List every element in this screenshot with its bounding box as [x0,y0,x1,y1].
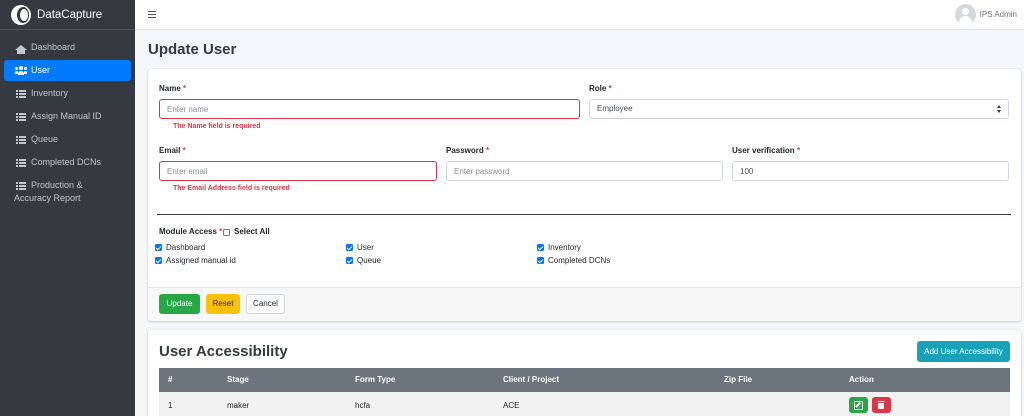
list-icon [14,82,28,105]
users-icon [14,60,28,81]
column-header: Form Type [355,375,396,384]
name-error: The Name field is required [173,123,261,130]
password-label: Password * [446,146,490,155]
module-checkbox-user[interactable] [346,244,353,251]
form-footer: Update Reset Cancel [148,287,1021,321]
module-label: Dashboard [166,243,206,252]
column-header: Client / Project [503,375,560,384]
module-checkbox-inventory[interactable] [537,244,544,251]
column-header: Zip File [724,375,752,384]
list-icon [14,105,28,128]
column-header: Stage [227,375,249,384]
sidebar-item-dashboard[interactable]: Dashboard [4,36,131,59]
reset-button[interactable]: Reset [206,294,240,314]
sidebar-item-user[interactable]: User [4,60,131,81]
column-header: Action [849,375,874,384]
delete-icon[interactable] [872,397,891,413]
topbar: IPS Admin [135,0,1024,30]
avatar [954,4,976,25]
user-name: IPS Admin [979,10,1017,19]
sidebar-item-queue[interactable]: Queue [4,128,131,151]
add-user-accessibility-button[interactable]: Add User Accessibility [917,341,1010,362]
verification-input[interactable] [732,161,1009,181]
email-label: Email * [159,146,186,155]
sidebar-item-label: Inventory [31,88,69,98]
select-all-checkbox[interactable] [223,229,230,236]
module-access-label: Module Access * [159,227,223,236]
sidebar-item-label: Dashboard [31,42,76,52]
section-title: User Accessibility [159,343,288,360]
user-accessibility-card: User Accessibility Add User Accessibilit… [148,330,1021,416]
name-input[interactable] [159,99,580,119]
role-select[interactable]: Employee [589,99,1009,119]
module-label: User [357,243,374,252]
list-icon [14,179,28,192]
role-label: Role * [589,84,612,93]
cell-stage: maker [227,401,250,410]
cancel-button[interactable]: Cancel [246,294,285,314]
select-arrows-icon [997,105,1002,114]
brand[interactable]: DataCapture [0,0,135,30]
sidebar: DataCapture Dashboard User Inventory Ass… [0,0,135,416]
update-user-form: Name * The Name field is required Role *… [148,69,1021,321]
name-label: Name * [159,84,187,93]
module-checkbox-queue[interactable] [346,257,353,264]
hamburger-menu-icon[interactable] [148,11,156,18]
list-icon [14,128,28,151]
sidebar-nav: Dashboard User Inventory Assign Manual I [0,30,135,214]
table-row: 1 maker hcfa ACE [159,392,1010,416]
cell-client-project: ACE [503,401,520,410]
divider [157,214,1011,215]
module-label: Assigned manual id [166,256,236,265]
sidebar-item-label: User [31,65,51,75]
email-input[interactable] [159,161,437,181]
module-label: Queue [357,256,382,265]
edit-icon[interactable] [849,397,868,413]
list-icon [14,151,28,174]
module-label: Inventory [548,243,581,252]
table-header: # Stage Form Type Client / Project Zip F… [159,368,1010,392]
module-checkbox-dashboard[interactable] [155,244,162,251]
module-checkbox-assigned-manual-id[interactable] [155,257,162,264]
column-header: # [168,375,173,384]
email-error: The Email Address field is required [173,185,290,192]
sidebar-item-label: Completed DCNs [31,157,102,167]
update-button[interactable]: Update [159,294,200,314]
module-checkbox-completed-dcns[interactable] [537,257,544,264]
brand-logo-icon [11,4,31,25]
page-title: Update User [148,41,237,58]
password-input[interactable] [446,161,723,181]
sidebar-item-label: Queue [31,134,59,144]
cell-form-type: hcfa [355,401,371,410]
sidebar-item-inventory[interactable]: Inventory [4,82,131,105]
cell-num: 1 [168,401,173,410]
brand-name: DataCapture [37,8,103,21]
user-menu[interactable]: IPS Admin [954,4,1017,25]
sidebar-item-label: Assign Manual ID [31,111,102,121]
verification-label: User verification * [732,146,801,155]
module-label: Completed DCNs [548,256,611,265]
sidebar-item-completed-dcns[interactable]: Completed DCNs [4,151,131,174]
sidebar-item-production-accuracy-report[interactable]: Production & Accuracy Report [4,174,131,208]
sidebar-item-assign-manual-id[interactable]: Assign Manual ID [4,105,131,128]
home-icon [14,36,28,59]
select-all-label: Select All [234,227,270,236]
